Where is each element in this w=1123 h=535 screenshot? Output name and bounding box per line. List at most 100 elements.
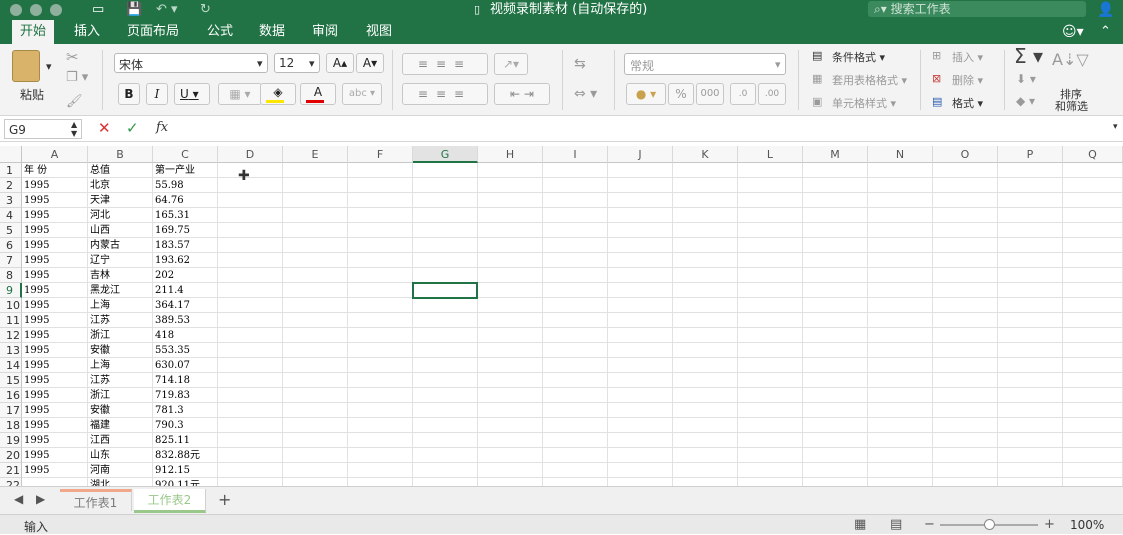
font-color-button[interactable]: A — [300, 83, 336, 105]
table-cell-a20[interactable]: 1995 — [22, 448, 49, 463]
column-header-g[interactable]: G — [413, 146, 478, 163]
column-header-f[interactable]: F — [348, 146, 413, 163]
column-header-c[interactable]: C — [153, 146, 218, 163]
column-header-m[interactable]: M — [803, 146, 868, 163]
cell-style-button[interactable]: 单元格样式 ▾ — [832, 95, 896, 111]
row-header-7[interactable]: 7 — [0, 253, 22, 268]
table-cell-b19[interactable]: 江西 — [88, 433, 110, 448]
row-header-19[interactable]: 19 — [0, 433, 22, 448]
row-header-17[interactable]: 17 — [0, 403, 22, 418]
insert-function-button[interactable]: fx — [156, 120, 168, 135]
table-cell-c16[interactable]: 719.83 — [153, 388, 190, 403]
column-header-d[interactable]: D — [218, 146, 283, 163]
row-header-2[interactable]: 2 — [0, 178, 22, 193]
table-cell-c17[interactable]: 781.3 — [153, 403, 184, 418]
column-header-h[interactable]: H — [478, 146, 543, 163]
table-cell-a11[interactable]: 1995 — [22, 313, 49, 328]
tab-formulas[interactable]: 公式 — [199, 20, 241, 44]
zoom-slider-thumb[interactable] — [984, 519, 995, 530]
table-cell-b7[interactable]: 辽宁 — [88, 253, 110, 268]
table-cell-b18[interactable]: 福建 — [88, 418, 110, 433]
table-cell-c3[interactable]: 64.76 — [153, 193, 184, 208]
table-cell-a13[interactable]: 1995 — [22, 343, 49, 358]
sheet-tab-1[interactable]: 工作表1 — [60, 489, 132, 511]
next-sheet-icon[interactable]: ▶ — [36, 492, 45, 506]
table-cell-c7[interactable]: 193.62 — [153, 253, 190, 268]
clear-icon[interactable]: ◆ ▾ — [1016, 94, 1035, 108]
tab-view[interactable]: 视图 — [358, 20, 400, 44]
paste-label[interactable]: 粘贴 — [20, 86, 44, 103]
undo-icon[interactable]: ↶ ▾ — [156, 1, 178, 19]
table-cell-b21[interactable]: 河南 — [88, 463, 110, 478]
vertical-align-buttons[interactable]: ≡≡≡ — [402, 53, 488, 75]
row-header-12[interactable]: 12 — [0, 328, 22, 343]
sort-filter-icon[interactable]: A⇣▽ — [1052, 50, 1089, 69]
table-cell-b14[interactable]: 上海 — [88, 358, 110, 373]
row-header-3[interactable]: 3 — [0, 193, 22, 208]
table-cell-b10[interactable]: 上海 — [88, 298, 110, 313]
table-cell-a2[interactable]: 1995 — [22, 178, 49, 193]
bold-button[interactable]: B — [118, 83, 140, 105]
tab-insert[interactable]: 插入 — [66, 20, 108, 44]
smiley-feedback-icon[interactable]: ☺▾ — [1062, 23, 1084, 41]
indent-buttons[interactable]: ⇤ ⇥ — [494, 83, 550, 105]
select-all-corner[interactable] — [0, 146, 22, 163]
worksheet-grid[interactable]: A B C D E F G H I J K L M N O P Q 1 2 3 4 5 6 7 8 9 10 11 12 13 14 15 16… — [0, 146, 1123, 486]
paste-dropdown-icon[interactable]: ▾ — [46, 60, 52, 73]
column-header-e[interactable]: E — [283, 146, 348, 163]
row-header-4[interactable]: 4 — [0, 208, 22, 223]
table-cell-c5[interactable]: 169.75 — [153, 223, 190, 238]
collapse-ribbon-icon[interactable]: ⌃ — [1100, 23, 1111, 41]
table-cell-b3[interactable]: 天津 — [88, 193, 110, 208]
paste-icon[interactable] — [12, 50, 40, 82]
tab-home[interactable]: 开始 — [12, 20, 55, 44]
italic-button[interactable]: I — [146, 83, 168, 105]
table-cell-c22[interactable]: 920.11元 — [153, 478, 200, 486]
cancel-entry-icon[interactable]: ✕ — [98, 119, 111, 137]
column-header-k[interactable]: K — [673, 146, 738, 163]
table-cell-a16[interactable]: 1995 — [22, 388, 49, 403]
column-header-p[interactable]: P — [998, 146, 1063, 163]
redo-icon[interactable]: ↻ — [200, 1, 211, 19]
table-cell-c12[interactable]: 418 — [153, 328, 174, 343]
table-cell-b9[interactable]: 黑龙江 — [88, 283, 120, 298]
row-header-15[interactable]: 15 — [0, 373, 22, 388]
table-cell-b4[interactable]: 河北 — [88, 208, 110, 223]
sheet-tab-2[interactable]: 工作表2 — [134, 489, 206, 513]
column-header-a[interactable]: A — [22, 146, 88, 163]
phonetic-button[interactable]: abc ▾ — [342, 83, 382, 105]
orientation-button[interactable]: ↗▾ — [494, 53, 528, 75]
decrease-decimal-button[interactable]: .00 — [758, 83, 786, 105]
row-header-20[interactable]: 20 — [0, 448, 22, 463]
table-cell-b12[interactable]: 浙江 — [88, 328, 110, 343]
zoom-in-icon[interactable]: + — [1044, 517, 1055, 532]
maximize-window-button[interactable] — [50, 4, 62, 16]
header-cell-a[interactable]: 年 份 — [22, 163, 47, 178]
fill-color-button[interactable]: ◈ — [260, 83, 296, 105]
number-format-select[interactable]: 常规 ▾ — [624, 53, 786, 75]
table-cell-a15[interactable]: 1995 — [22, 373, 49, 388]
row-header-16[interactable]: 16 — [0, 388, 22, 403]
underline-button[interactable]: U ▾ — [174, 83, 210, 105]
table-cell-b5[interactable]: 山西 — [88, 223, 110, 238]
autosum-icon[interactable]: Σ ▾ — [1014, 44, 1043, 68]
save-icon[interactable]: 💾 — [126, 1, 142, 19]
decrease-font-size-button[interactable]: A▾ — [356, 53, 384, 73]
copy-icon[interactable]: ❐ ▾ — [66, 70, 88, 85]
table-cell-a3[interactable]: 1995 — [22, 193, 49, 208]
table-cell-b20[interactable]: 山东 — [88, 448, 110, 463]
column-header-j[interactable]: J — [608, 146, 673, 163]
column-header-q[interactable]: Q — [1063, 146, 1123, 163]
row-header-5[interactable]: 5 — [0, 223, 22, 238]
close-window-button[interactable] — [10, 4, 22, 16]
column-header-n[interactable]: N — [868, 146, 933, 163]
table-cell-c14[interactable]: 630.07 — [153, 358, 190, 373]
cut-icon[interactable]: ✂ — [66, 48, 79, 66]
table-cell-a17[interactable]: 1995 — [22, 403, 49, 418]
table-cell-a4[interactable]: 1995 — [22, 208, 49, 223]
table-cell-b22[interactable]: 湖北 — [88, 478, 110, 486]
delete-cells-button[interactable]: 删除 ▾ — [952, 72, 983, 88]
wrap-text-icon[interactable]: ⇆ — [574, 56, 586, 72]
header-cell-b[interactable]: 总值 — [88, 163, 110, 178]
table-cell-a12[interactable]: 1995 — [22, 328, 49, 343]
